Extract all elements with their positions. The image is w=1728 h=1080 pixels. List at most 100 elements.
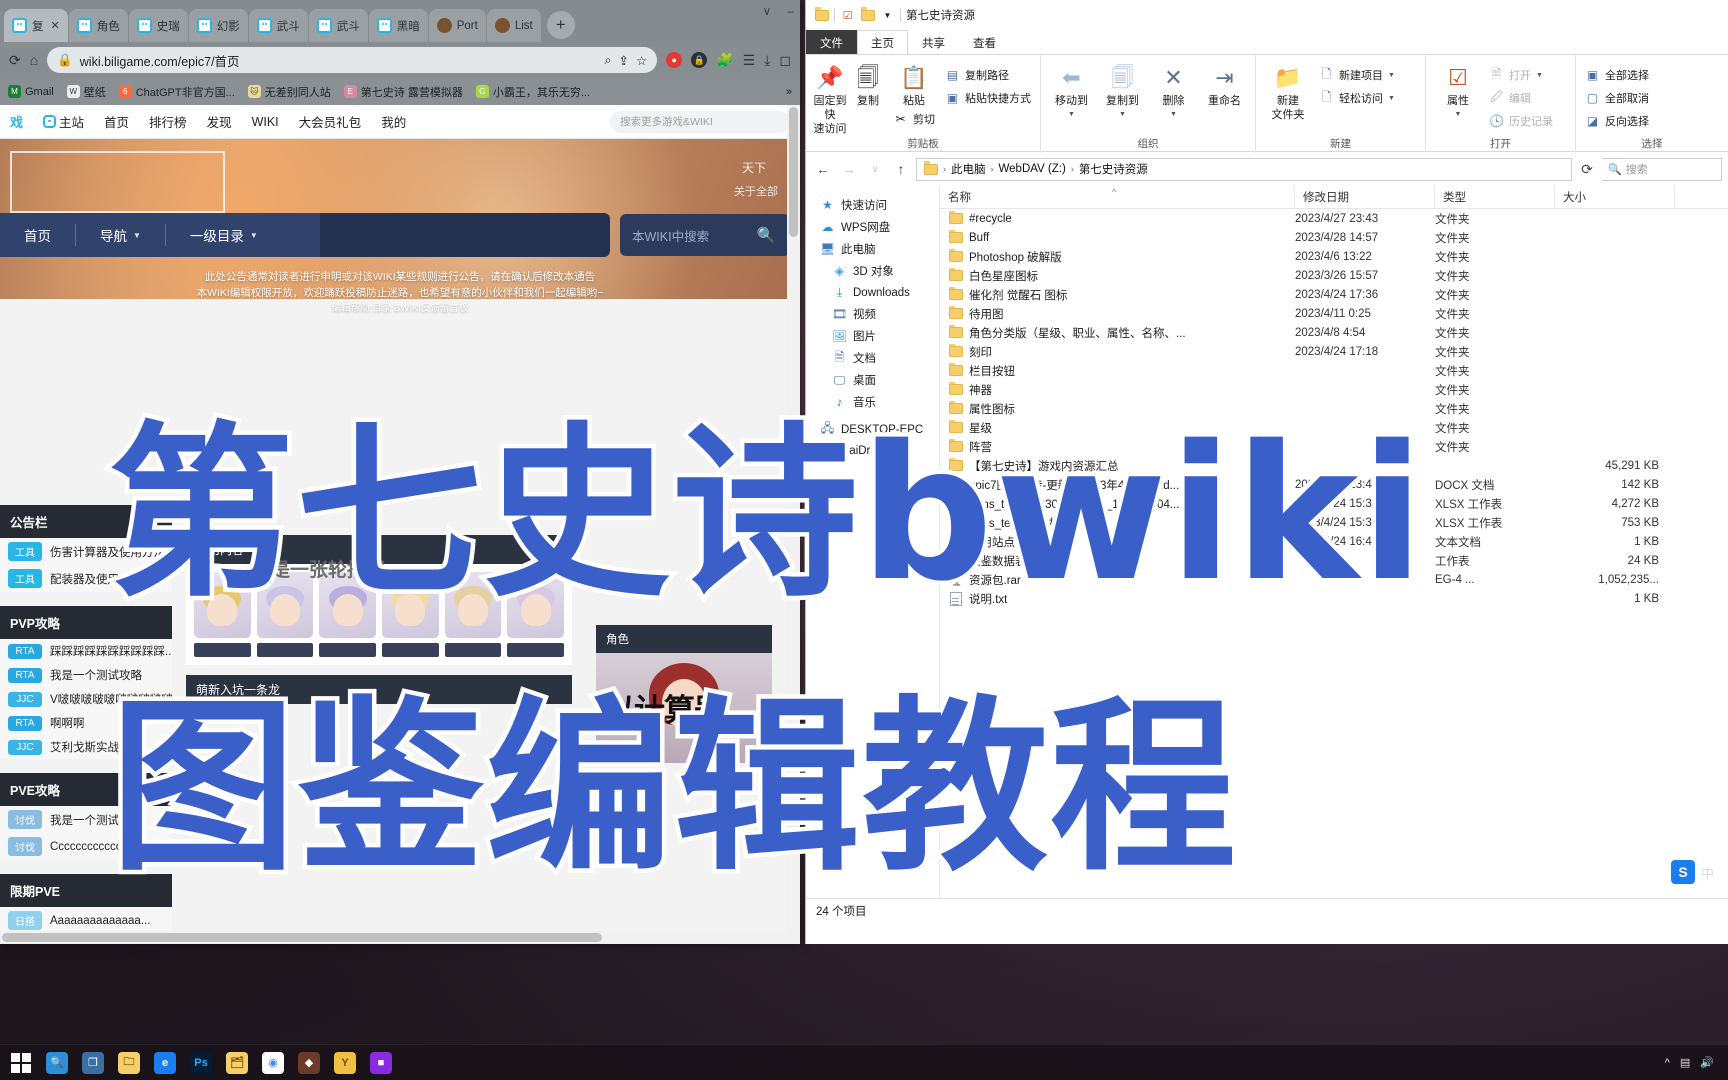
tree-item-videos[interactable]: 🎞 视频 [806,303,939,325]
chevron-down-icon[interactable]: ▼ [1068,111,1075,120]
wiki-search-box[interactable]: 本WIKI中搜索 🔍 [620,214,790,256]
table-row[interactable]: 星级 文件夹 [940,418,1728,437]
copy-path-button[interactable]: ▤ 复制路径 [941,65,1035,85]
breadcrumb-current[interactable]: 第七史诗资源 [1079,161,1148,177]
ribbon-tab-view[interactable]: 查看 [959,30,1010,54]
game-icon[interactable]: ◆ [294,1048,324,1078]
ribbon-tab-share[interactable]: 共享 [908,30,959,54]
tree-item-wps-cloud[interactable]: ☁ WPS网盘 [806,216,939,238]
edge-icon[interactable]: e [150,1048,180,1078]
table-row[interactable]: Buff 2023/4/28 14:57 文件夹 [940,228,1728,247]
tree-item-desktop[interactable]: 🖵 桌面 [806,369,939,391]
list-item[interactable]: 工具 伤害计算器及使用方法 [0,538,172,565]
bookmark-item[interactable]: M Gmail [8,85,54,98]
app-icon[interactable]: ■ [366,1048,396,1078]
scrollbar-thumb[interactable] [789,107,798,237]
tray-volume-icon[interactable]: 🔊 [1700,1056,1714,1069]
tree-item-quick-access[interactable]: ★ 快速访问 [806,194,939,216]
tree-item-downloads[interactable]: ⤓ Downloads [806,282,939,303]
bookmarks-overflow-button[interactable]: » [786,86,792,98]
chevron-down-icon[interactable]: ▼ [880,8,895,23]
table-row[interactable]: 栏目按钮 文件夹 [940,361,1728,380]
wiki-nav-category[interactable]: 一级目录 ▼ [166,213,282,257]
folder-icon[interactable] [814,6,829,23]
home-icon[interactable]: ⌂ [30,52,38,68]
chevron-down-icon[interactable]: ∨ [864,158,886,180]
copy-to-button[interactable]: 🗐 复制到 ▼ [1097,59,1148,124]
easy-access-button[interactable]: 🗋 轻松访问 ▼ [1315,88,1399,108]
browser-tab[interactable]: 幻影 [188,9,248,42]
chrome-icon[interactable]: ◉ [258,1048,288,1078]
browser-tab[interactable]: 武斗 [308,9,368,42]
table-row[interactable]: Photoshop 破解版 2023/4/6 13:22 文件夹 [940,247,1728,266]
chevron-down-icon[interactable]: ▼ [1536,72,1543,79]
tree-item-documents[interactable]: 🗎 文档 [806,347,939,369]
list-item[interactable]: RTA 啊啊啊 [0,711,172,735]
column-header-date[interactable]: 修改日期 [1295,185,1435,209]
explorer-taskbar-icon[interactable]: 🗀 [114,1048,144,1078]
photoshop-icon[interactable]: Ps [186,1048,216,1078]
select-none-button[interactable]: ▢ 全部取消 [1581,88,1653,108]
tree-item-pictures[interactable]: 🖼 图片 [806,325,939,347]
copy-button[interactable]: 🗐 复制 [849,59,887,113]
list-item[interactable]: RTA 踩踩踩踩踩踩踩踩踩踩... [0,639,172,663]
chevron-down-icon[interactable]: ▼ [1388,72,1395,79]
site-nav-item-home[interactable]: 首页 [104,112,129,131]
browser-tab[interactable]: 角色 [68,9,128,42]
tree-item-music[interactable]: ♪ 音乐 [806,391,939,413]
arrow-up-icon[interactable]: ↑ [890,158,912,180]
new-tab-button[interactable]: + [546,11,575,39]
browser-tab[interactable]: 复 ✕ [4,9,68,42]
pin-to-quick-access-button[interactable]: 📌 固定到快 速访问 [811,59,849,140]
minimize-button[interactable]: – [787,4,794,18]
breadcrumb[interactable]: › 此电脑 › WebDAV (Z:) › 第七史诗资源 [916,157,1572,181]
list-item[interactable]: 讨伐 Ccccccccccccc [0,833,172,860]
chevron-down-icon[interactable]: ▼ [1170,111,1177,120]
site-nav-item-wiki[interactable]: WIKI [252,115,279,129]
site-nav-item-mine[interactable]: 我的 [381,112,406,131]
properties-button[interactable]: ☑ 属性 ▼ [1431,59,1485,124]
chevron-down-icon[interactable]: ▼ [1119,111,1126,120]
column-header-name[interactable]: 名称 [940,185,1295,209]
ribbon-tab-file[interactable]: 文件 [806,30,857,54]
tray-network-icon[interactable]: ▤ [1680,1056,1690,1069]
cut-button[interactable]: ✂ 剪切 [889,109,939,129]
list-item[interactable]: 日搭 Aaaaaaaaaaaaaa... [0,907,172,934]
star-icon[interactable]: ☆ [636,53,647,68]
tray-chevron-icon[interactable]: ^ [1665,1057,1670,1069]
character-card[interactable] [507,572,565,638]
yy-icon[interactable]: Y [330,1048,360,1078]
site-nav-item-vipgift[interactable]: 大会员礼包 [299,112,362,131]
character-card[interactable] [194,572,251,638]
bookmark-item[interactable]: E 第七史诗 露营模拟器 [343,84,463,100]
edit-button[interactable]: 🖉 编辑 [1485,88,1557,108]
select-all-button[interactable]: ▣ 全部选择 [1581,65,1653,85]
tree-item-network-pc[interactable]: 🖧 DESKTOP-EPC [806,419,939,440]
history-button[interactable]: 🕓 历史记录 [1485,111,1557,131]
windows-start-icon[interactable] [6,1048,36,1078]
table-row[interactable]: 角色分类版（星级、职业、属性、名称、... 2023/4/8 4:54 文件夹 [940,323,1728,342]
table-row[interactable]: 【第七史诗】游戏内资源汇总 45,291 KB [940,456,1728,475]
table-row[interactable]: 阵营 文件夹 [940,437,1728,456]
properties-icon[interactable]: ☑ [840,8,855,23]
list-item[interactable]: 工具 配装器及使用方法 [0,565,172,592]
extensions-puzzle-icon[interactable]: 🧩 [716,52,733,69]
arrow-left-icon[interactable]: ← [812,158,834,180]
chevron-down-icon[interactable]: ▼ [1455,111,1462,120]
bookmark-item[interactable]: W 壁纸 [66,84,106,100]
chevron-down-icon[interactable]: ∨ [763,4,772,18]
browser-tab[interactable]: Port [428,9,486,42]
table-row[interactable]: 属性图标 文件夹 [940,399,1728,418]
share-icon[interactable]: ⇪ [618,53,628,68]
page-horizontal-scrollbar[interactable] [0,931,800,944]
table-row[interactable]: 🗜 资源包.rar EG-4 ... 1,052,235... [940,570,1728,589]
browser-tab[interactable]: 武斗 [248,9,308,42]
bookmark-item[interactable]: 6 ChatGPT非官方国... [118,84,235,100]
table-row[interactable]: 白色星座图标 2023/3/26 15:57 文件夹 [940,266,1728,285]
table-row[interactable]: 待用图 2023/4/11 0:25 文件夹 [940,304,1728,323]
browser-tab[interactable]: 史瑞 [128,9,188,42]
zoom-out-icon[interactable]: ⌕ [604,53,611,68]
wiki-nav-navigation[interactable]: 导航 ▼ [76,213,165,257]
table-row[interactable]: Xtrans_text_7_230424(수정)_1413_2304... 20… [940,494,1728,513]
move-to-button[interactable]: ⬅ 移动到 ▼ [1046,59,1097,124]
